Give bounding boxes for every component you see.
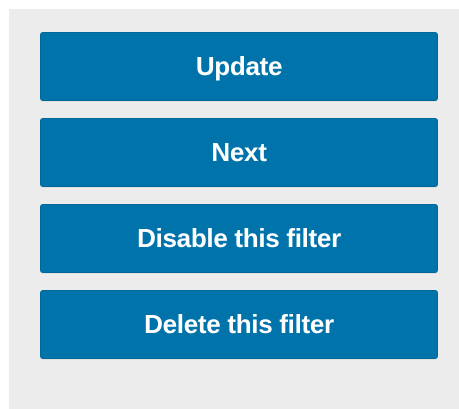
update-button[interactable]: Update (40, 32, 438, 101)
filter-action-buttons: Update Next Disable this filter Delete t… (40, 32, 438, 359)
filter-actions-panel: Update Next Disable this filter Delete t… (9, 9, 459, 409)
delete-filter-button[interactable]: Delete this filter (40, 290, 438, 359)
next-button[interactable]: Next (40, 118, 438, 187)
disable-filter-button[interactable]: Disable this filter (40, 204, 438, 273)
